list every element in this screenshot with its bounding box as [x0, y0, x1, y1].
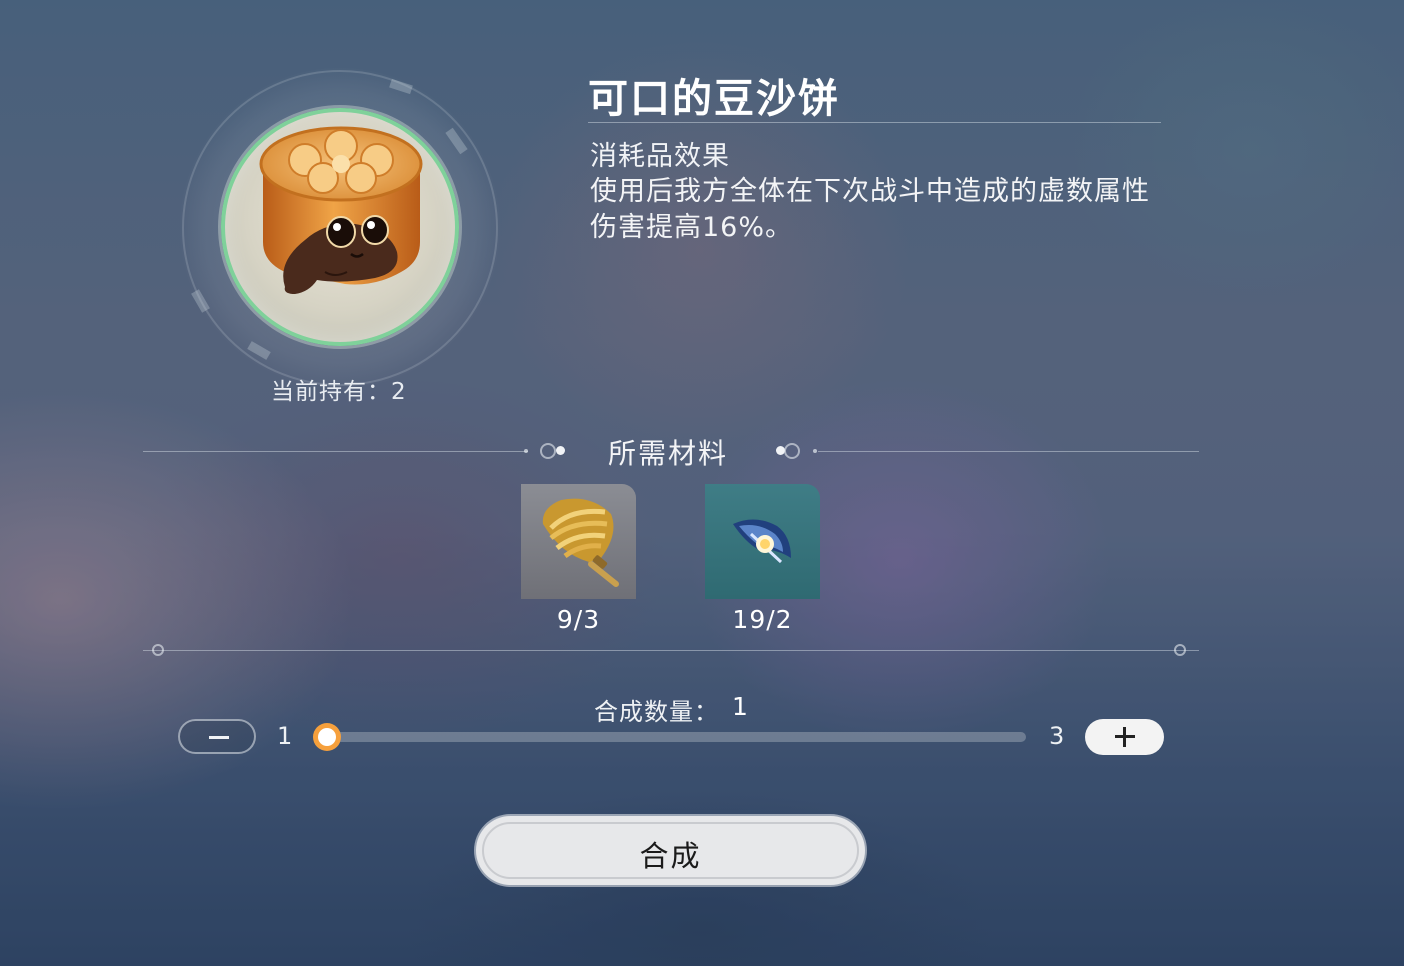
quantity-min: 1	[277, 722, 293, 750]
decrease-button[interactable]	[178, 719, 256, 754]
craft-button[interactable]: 合成	[476, 816, 865, 885]
craft-button-label: 合成	[639, 839, 702, 873]
quantity-label: 合成数量：	[594, 698, 719, 726]
item-title: 可口的豆沙饼	[588, 76, 840, 122]
divider-ornament	[540, 443, 556, 459]
plus-icon	[1123, 727, 1126, 747]
divider-ornament	[152, 644, 164, 656]
synthesis-screen: 当前持有：2 可口的豆沙饼 消耗品效果 使用后我方全体在下次战斗中造成的虚数属性…	[0, 0, 1404, 966]
divider-ornament	[813, 449, 817, 453]
held-label-text: 当前持有：	[271, 379, 391, 405]
material-slot-feather[interactable]	[705, 484, 820, 599]
mooncake-cat-icon	[259, 126, 423, 294]
material-count: 9/3	[556, 605, 601, 634]
quantity-max: 3	[1049, 722, 1065, 750]
grain-bundle-icon	[542, 498, 619, 587]
materials-bottom-divider	[143, 650, 1199, 651]
slider-handle-center	[318, 728, 336, 746]
item-icon-frame	[221, 108, 459, 346]
divider-ornament	[1174, 644, 1186, 656]
quantity-slider-handle[interactable]	[313, 723, 341, 751]
increase-button[interactable]	[1085, 719, 1164, 755]
effect-heading: 消耗品效果	[590, 141, 730, 172]
quantity-value: 1	[732, 692, 748, 721]
held-count-label: 当前持有：2	[271, 372, 407, 406]
materials-title: 所需材料	[608, 437, 729, 470]
title-divider	[588, 122, 1161, 123]
material-slot-grain[interactable]	[521, 484, 636, 599]
effect-description: 使用后我方全体在下次战斗中造成的虚数属性伤害提高16%。	[590, 176, 1150, 243]
minus-icon	[209, 736, 229, 739]
materials-divider-left	[143, 451, 528, 452]
quantity-slider-track[interactable]	[327, 732, 1026, 742]
held-count-value: 2	[391, 379, 407, 405]
divider-ornament	[784, 443, 800, 459]
materials-divider-right	[818, 451, 1199, 452]
divider-ornament	[524, 449, 528, 453]
blue-feather-icon	[733, 519, 791, 564]
divider-ornament	[556, 446, 565, 455]
material-count: 19/2	[732, 605, 793, 634]
